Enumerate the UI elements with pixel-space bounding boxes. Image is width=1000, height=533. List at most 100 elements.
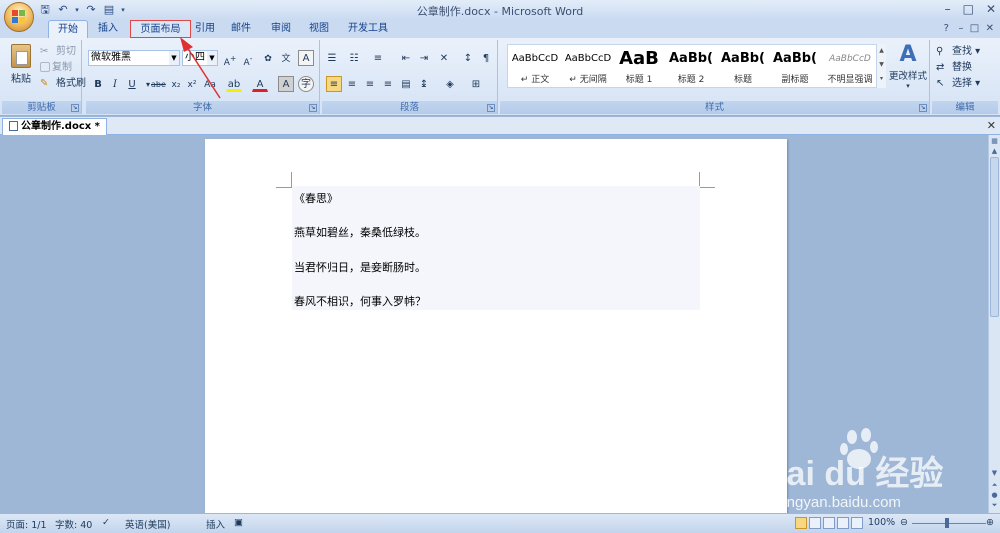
tab-developer[interactable]: 开发工具 [343, 20, 393, 38]
shading-icon[interactable]: ◈ [442, 76, 458, 92]
tab-insert[interactable]: 插入 [90, 20, 126, 38]
word-count[interactable]: 字数: 40 [55, 517, 92, 531]
replace-button[interactable]: ⇄ 替换 [936, 60, 972, 76]
font-color-icon[interactable]: A [252, 76, 268, 92]
style-subtle-emphasis[interactable]: AaBbCcD 不明显强调 [822, 46, 878, 86]
sort-icon[interactable]: ↕ [460, 50, 476, 66]
tab-home[interactable]: 开始 [48, 20, 88, 38]
scrollbar-thumb[interactable] [990, 157, 999, 317]
clear-format-icon[interactable]: ✿ [260, 50, 276, 66]
zoom-out-icon[interactable]: ⊖ [900, 517, 908, 528]
align-left-icon[interactable]: ≡ [326, 76, 342, 92]
document-page[interactable]: 《春思》 燕草如碧丝，秦桑低绿枝。 当君怀归日，是妾断肠时。 春风不相识，何事入… [205, 139, 787, 513]
document-tab[interactable]: 公章制作.docx * [2, 118, 107, 135]
draft-icon[interactable] [851, 517, 863, 529]
strikethrough-icon[interactable]: abe [150, 76, 166, 92]
style-heading-1[interactable]: AaB 标题 1 [614, 46, 664, 86]
insert-mode[interactable]: 插入 [206, 517, 225, 531]
styles-launcher-icon[interactable]: ↘ [919, 104, 927, 112]
office-button[interactable] [4, 2, 34, 32]
align-center-icon[interactable]: ≡ [344, 76, 360, 92]
tab-page-layout[interactable]: 页面布局 [130, 20, 191, 38]
document-text-body[interactable]: 《春思》 燕草如碧丝，秦桑低绿枝。 当君怀归日，是妾断肠时。 春风不相识，何事入… [292, 186, 700, 310]
chinese-layout-icon[interactable]: ✕ [436, 50, 452, 66]
select-button[interactable]: ↖ 选择 ▾ [936, 76, 980, 92]
tab-view[interactable]: 视图 [306, 20, 332, 38]
minimize-icon[interactable]: – [945, 2, 951, 16]
font-size-field[interactable]: 小四 ▼ [182, 50, 218, 66]
character-border-icon[interactable]: A [298, 50, 314, 66]
align-right-icon[interactable]: ≡ [362, 76, 378, 92]
increase-indent-icon[interactable]: ⇥ [416, 50, 432, 66]
gallery-scroll[interactable]: ▲ ▼ ▾ [876, 44, 886, 88]
font-launcher-icon[interactable]: ↘ [309, 104, 317, 112]
scroll-down-icon[interactable]: ▼ [990, 469, 999, 479]
zoom-level[interactable]: 100% [868, 517, 895, 528]
language[interactable]: 英语(美国) [125, 517, 170, 531]
change-case-icon[interactable]: Aa [202, 76, 218, 92]
tab-mailings[interactable]: 邮件 [228, 20, 254, 38]
grow-font-icon[interactable]: A+ [222, 50, 238, 68]
chevron-down-icon[interactable]: ▼ [169, 51, 179, 65]
zoom-slider[interactable] [912, 523, 986, 524]
style-heading-2[interactable]: AaBb( 标题 2 [666, 46, 716, 86]
print-layout-icon[interactable] [795, 517, 807, 529]
style-subtitle[interactable]: AaBb( 副标题 [770, 46, 820, 86]
page-count[interactable]: 页面: 1/1 [6, 517, 47, 531]
chevron-down-icon[interactable]: ▼ [207, 51, 217, 65]
close-icon[interactable]: ✕ [986, 2, 996, 16]
font-name-field[interactable]: 微软雅黑 ▼ [88, 50, 180, 66]
numbering-icon[interactable]: ☷ [346, 50, 362, 66]
borders-icon[interactable]: ⊞ [468, 76, 484, 92]
justify-icon[interactable]: ≡ [380, 76, 396, 92]
bullets-icon[interactable]: ☰ [324, 50, 340, 66]
shrink-font-icon[interactable]: A- [240, 50, 256, 68]
distributed-icon[interactable]: ▤ [398, 76, 414, 92]
paste-button[interactable]: 粘贴 [8, 44, 34, 85]
superscript-icon[interactable]: x² [184, 76, 200, 92]
multilevel-list-icon[interactable]: ≡ [370, 50, 386, 66]
next-page-icon[interactable]: ⏷ [990, 501, 999, 511]
line-spacing-icon[interactable]: ↨ [416, 76, 432, 92]
doc-close-icon[interactable]: ✕ [986, 23, 994, 34]
paragraph-launcher-icon[interactable]: ↘ [487, 104, 495, 112]
tab-references[interactable]: 引用 [192, 20, 218, 38]
clipboard-launcher-icon[interactable]: ↘ [71, 104, 79, 112]
restore-icon[interactable]: □ [963, 2, 974, 16]
help-icon[interactable]: ? [944, 23, 949, 34]
proofing-icon[interactable]: ✓ [102, 517, 110, 528]
show-marks-icon[interactable]: ¶ [478, 50, 494, 66]
ruler-icon[interactable]: ▦ [990, 137, 999, 147]
copy-button[interactable]: 复制 [40, 60, 72, 76]
underline-icon[interactable]: U [124, 76, 140, 92]
character-shading-icon[interactable]: A [278, 76, 294, 92]
italic-icon[interactable]: I [107, 76, 123, 92]
web-layout-icon[interactable] [823, 517, 835, 529]
style-normal[interactable]: AaBbCcD ↵ 正文 [510, 46, 560, 86]
find-button[interactable]: ⚲ 查找 ▾ [936, 44, 980, 60]
enclose-characters-icon[interactable]: 字 [298, 76, 314, 92]
macro-icon[interactable]: ▣ [234, 517, 243, 528]
subscript-icon[interactable]: x₂ [168, 76, 184, 92]
close-icon[interactable]: ✕ [987, 119, 996, 132]
vertical-scrollbar[interactable]: ▦ ▲ ▼ ⏶ ● ⏷ [988, 135, 1000, 513]
full-screen-reading-icon[interactable] [809, 517, 821, 529]
style-no-spacing[interactable]: AaBbCcD ↵ 无间隔 [563, 46, 613, 86]
change-styles-button[interactable]: A 更改样式 ▾ [889, 42, 927, 90]
zoom-in-icon[interactable]: ⊕ [986, 517, 994, 528]
style-title[interactable]: AaBb( 标题 [718, 46, 768, 86]
bold-icon[interactable]: B [90, 76, 106, 92]
cut-button[interactable]: ✂ 剪切 [40, 44, 76, 60]
outline-icon[interactable] [837, 517, 849, 529]
tab-review[interactable]: 审阅 [268, 20, 294, 38]
format-painter-button[interactable]: ✎ 格式刷 [40, 76, 86, 92]
previous-page-icon[interactable]: ⏶ [990, 481, 999, 491]
zoom-slider-thumb[interactable] [945, 518, 949, 528]
phonetic-guide-icon[interactable]: 文 [278, 50, 294, 66]
doc-restore-icon[interactable]: □ [970, 23, 979, 34]
browse-object-icon[interactable]: ● [990, 491, 999, 501]
scroll-up-icon[interactable]: ▲ [990, 147, 999, 157]
decrease-indent-icon[interactable]: ⇤ [398, 50, 414, 66]
highlight-icon[interactable]: ab [226, 76, 242, 92]
doc-minimize-icon[interactable]: – [958, 23, 963, 34]
